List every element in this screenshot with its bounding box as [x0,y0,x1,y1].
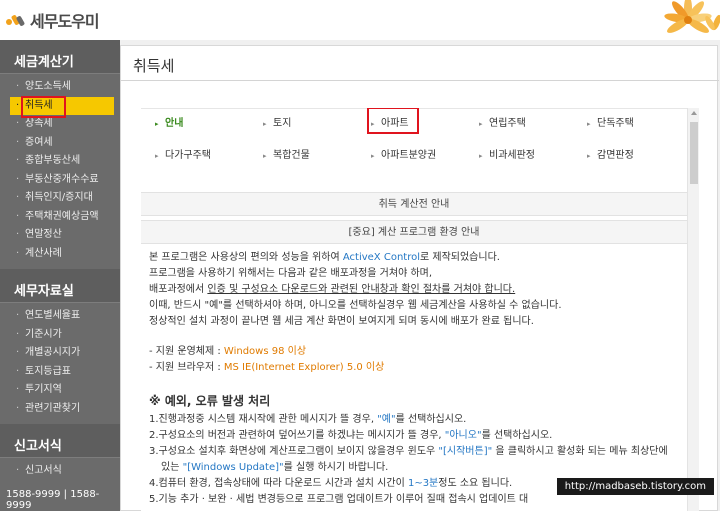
logo-text: 세무도우미 [30,12,100,31]
sidebar-item-gift-tax[interactable]: 증여세 [0,134,120,153]
content-frame: 안내 토지 아파트 연립주택 단독주택 다가구주택 복합건물 아파트분양권 비과… [141,108,699,511]
tab-nontaxable[interactable]: 비과세판정 [477,146,535,166]
sidebar-section-title: 세금계산기 [0,40,120,74]
sidebar-item-stamp-fee[interactable]: 취득인지/증지대 [0,189,120,208]
sidebar-list: 신고서식 [0,458,120,487]
sidebar-list: 연도별세율표 기준시가 개별공시지가 토지등급표 투기지역 관련기관찾기 [0,303,120,424]
header: 세무도우미 [0,0,720,40]
sidebar-item-land-grade[interactable]: 토지등급표 [0,363,120,382]
content-card: 취득세 안내 토지 아파트 연립주택 단독주택 다가구주택 복합건물 아파트분양… [120,45,719,511]
vertical-scrollbar[interactable] [687,108,699,511]
sidebar-item-land-price[interactable]: 개별공시지가 [0,344,120,363]
sidebar-item-comprehensive-property-tax[interactable]: 종합부동산세 [0,152,120,171]
sidebar-item-brokerage-fee[interactable]: 부동산중개수수료 [0,171,120,190]
sidebar-item-calculation-examples[interactable]: 계산사례 [0,245,120,264]
tab-multi-family[interactable]: 다가구주택 [153,146,211,166]
tab-row-house[interactable]: 연립주택 [477,114,526,134]
divider [121,80,719,81]
error-handling-title: ※ 예외, 오류 발생 처리 [149,394,271,408]
sidebar-item-related-agencies[interactable]: 관련기관찾기 [0,400,120,419]
main-panel: 취득세 안내 토지 아파트 연립주택 단독주택 다가구주택 복합건물 아파트분양… [120,40,720,511]
highlight-box [21,96,66,118]
notice-paragraph: 본 프로그램은 사용상의 편의와 성능을 위하여 ActiveX Control… [149,252,562,373]
phone-number: 1588-9999 | 1588-9999 [6,489,100,511]
logo-icon [6,13,26,27]
page-title: 취득세 [133,57,175,75]
highlight-box [367,108,419,134]
tab-detached-house[interactable]: 단독주택 [585,114,634,134]
sidebar-section-title: 세무자료실 [0,269,120,303]
sidebar-item-speculation-area[interactable]: 투기지역 [0,381,120,400]
sidebar-item-housing-bond[interactable]: 주택채권예상금액 [0,208,120,227]
sidebar-item-year-end-settlement[interactable]: 연말정산 [0,226,120,245]
logo[interactable]: 세무도우미 [6,8,100,32]
tab-guide[interactable]: 안내 [153,114,183,134]
sidebar-item-report-forms[interactable]: 신고서식 [0,462,120,481]
scroll-up-icon[interactable] [691,111,697,115]
sidebar-item-standard-price[interactable]: 기준시가 [0,326,120,345]
tab-presale-right[interactable]: 아파트분양권 [369,146,436,166]
tab-mixed-building[interactable]: 복합건물 [261,146,310,166]
tab-bar: 안내 토지 아파트 연립주택 단독주택 다가구주택 복합건물 아파트분양권 비과… [141,108,687,174]
sidebar-section-title: 신고서식 [0,424,120,458]
sidebar-item-tax-rate-table[interactable]: 연도별세율표 [0,307,120,326]
flower-decoration-icon [590,0,720,40]
tab-reduction[interactable]: 감면판정 [585,146,634,166]
sidebar-item-capital-gains-tax[interactable]: 양도소득세 [0,78,120,97]
watermark: http://madbaseb.tistory.com [556,478,714,495]
section-header: [중요] 계산 프로그램 환경 안내 [141,220,687,244]
scroll-thumb[interactable] [690,122,698,184]
tab-land[interactable]: 토지 [261,114,291,134]
section-header: 취득 계산전 안내 [141,192,687,216]
